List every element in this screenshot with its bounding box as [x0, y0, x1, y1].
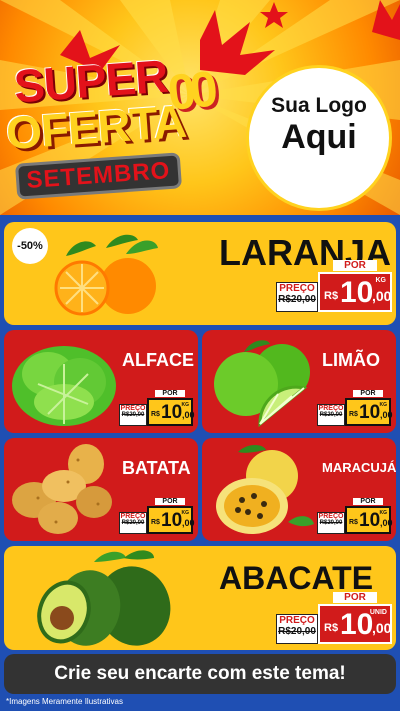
price-unit: KG [375, 277, 387, 284]
price-decimal: ,00 [182, 410, 195, 420]
por-label: POR [353, 390, 383, 397]
product-name: MARACUJÁ [322, 460, 396, 475]
potato-image [12, 444, 112, 534]
discount-badge: -50% [12, 228, 48, 264]
old-price-label: PREÇO [120, 513, 146, 520]
currency: R$ [324, 290, 339, 302]
old-price-box: PREÇO R$20,00 [276, 282, 318, 312]
old-price-box: PREÇO R$20,00 [276, 614, 318, 644]
price-unit: KG [181, 510, 190, 516]
price-integer: 10 [161, 402, 183, 423]
por-label: POR [155, 498, 185, 505]
price-tag: PREÇO R$20,00 POR R$ 10 ,00 UNID [276, 592, 392, 644]
cta-banner[interactable]: Crie seu encarte com este tema! [4, 654, 396, 694]
product-card-laranja[interactable]: -50% LARANJA PREÇO R$20,00 POR R$ 10 ,00… [4, 222, 396, 325]
passion-fruit-image [216, 445, 314, 534]
price-unit: KG [181, 402, 190, 408]
old-price-value: R$20,00 [319, 520, 343, 526]
product-card-maracuja[interactable]: MARACUJÁ PREÇO R$20,00 POR R$ 10 ,00 KG [202, 438, 396, 541]
lime-image [214, 340, 310, 428]
new-price-box: POR R$ 10 ,00 KG [147, 498, 195, 534]
avocado-image [37, 550, 171, 646]
logo-placeholder[interactable]: Sua Logo Aqui [249, 68, 389, 208]
logo-text-line2: Aqui [281, 118, 357, 156]
lettuce-image [12, 346, 116, 426]
old-price-label: PREÇO [318, 513, 344, 520]
old-price-value: R$20,00 [121, 412, 145, 418]
price-decimal: ,00 [380, 518, 393, 528]
price-unit: KG [379, 402, 388, 408]
price-integer: 10 [359, 510, 381, 531]
currency: R$ [151, 519, 160, 526]
title-oferta: OFERTA [4, 94, 188, 160]
logo-text-line1: Sua Logo [271, 94, 367, 117]
por-label: POR [353, 498, 383, 505]
product-name: ALFACE [122, 350, 194, 370]
price-integer: 10 [359, 402, 381, 423]
por-label: POR [333, 592, 377, 603]
orange-image [54, 234, 158, 316]
por-label: POR [155, 390, 185, 397]
currency: R$ [151, 411, 160, 418]
por-label: POR [333, 260, 377, 271]
price-tag: PREÇO R$20,00 POR R$ 10 ,00 KG [119, 498, 195, 534]
price-integer: 10 [340, 276, 374, 309]
currency: R$ [349, 519, 358, 526]
old-price-label: PREÇO [279, 283, 315, 294]
price-unit: KG [379, 510, 388, 516]
product-card-alface[interactable]: ALFACE PREÇO R$20,00 POR R$ 10 ,00 KG [4, 330, 198, 433]
product-card-batata[interactable]: BATATA PREÇO R$20,00 POR R$ 10 ,00 KG [4, 438, 198, 541]
price-tag: PREÇO R$20,00 POR R$ 10 ,00 KG [317, 498, 393, 534]
price-decimal: ,00 [380, 410, 393, 420]
new-price-box: POR R$ 10 ,00 KG [318, 260, 392, 312]
old-price-label: PREÇO [279, 615, 315, 626]
old-price-value: R$20,00 [278, 626, 316, 637]
header-banner: SUPER 00 OFERTA SETEMBRO Sua Logo Aqui [0, 0, 400, 215]
old-price-label: PREÇO [120, 405, 146, 412]
old-price-box: PREÇO R$20,00 [119, 512, 147, 534]
product-card-limao[interactable]: LIMÃO PREÇO R$20,00 POR R$ 10 ,00 KG [202, 330, 396, 433]
new-price-box: POR R$ 10 ,00 KG [345, 390, 393, 426]
product-name: LIMÃO [322, 350, 380, 370]
price-decimal: ,00 [182, 518, 195, 528]
price-integer: 10 [161, 510, 183, 531]
price-decimal: ,00 [372, 288, 392, 304]
old-price-value: R$20,00 [121, 520, 145, 526]
new-price-box: POR R$ 10 ,00 KG [345, 498, 393, 534]
old-price-value: R$20,00 [319, 412, 343, 418]
old-price-value: R$20,00 [278, 294, 316, 305]
price-decimal: ,00 [372, 620, 392, 636]
currency: R$ [324, 622, 339, 634]
new-price-box: POR R$ 10 ,00 UNID [318, 592, 392, 644]
old-price-box: PREÇO R$20,00 [119, 404, 147, 426]
old-price-label: PREÇO [318, 405, 344, 412]
price-tag: PREÇO R$20,00 POR R$ 10 ,00 KG [276, 260, 392, 312]
product-card-abacate[interactable]: ABACATE PREÇO R$20,00 POR R$ 10 ,00 UNID [4, 546, 396, 650]
currency: R$ [349, 411, 358, 418]
price-unit: UNID [369, 609, 387, 616]
old-price-box: PREÇO R$20,00 [317, 404, 345, 426]
price-integer: 10 [340, 608, 374, 641]
price-tag: PREÇO R$20,00 POR R$ 10 ,00 KG [317, 390, 393, 426]
old-price-box: PREÇO R$20,00 [317, 512, 345, 534]
product-name: BATATA [122, 458, 191, 478]
new-price-box: POR R$ 10 ,00 KG [147, 390, 195, 426]
price-tag: PREÇO R$20,00 POR R$ 10 ,00 KG [119, 390, 195, 426]
footnote: *Imagens Meramente Ilustrativas [6, 697, 123, 706]
